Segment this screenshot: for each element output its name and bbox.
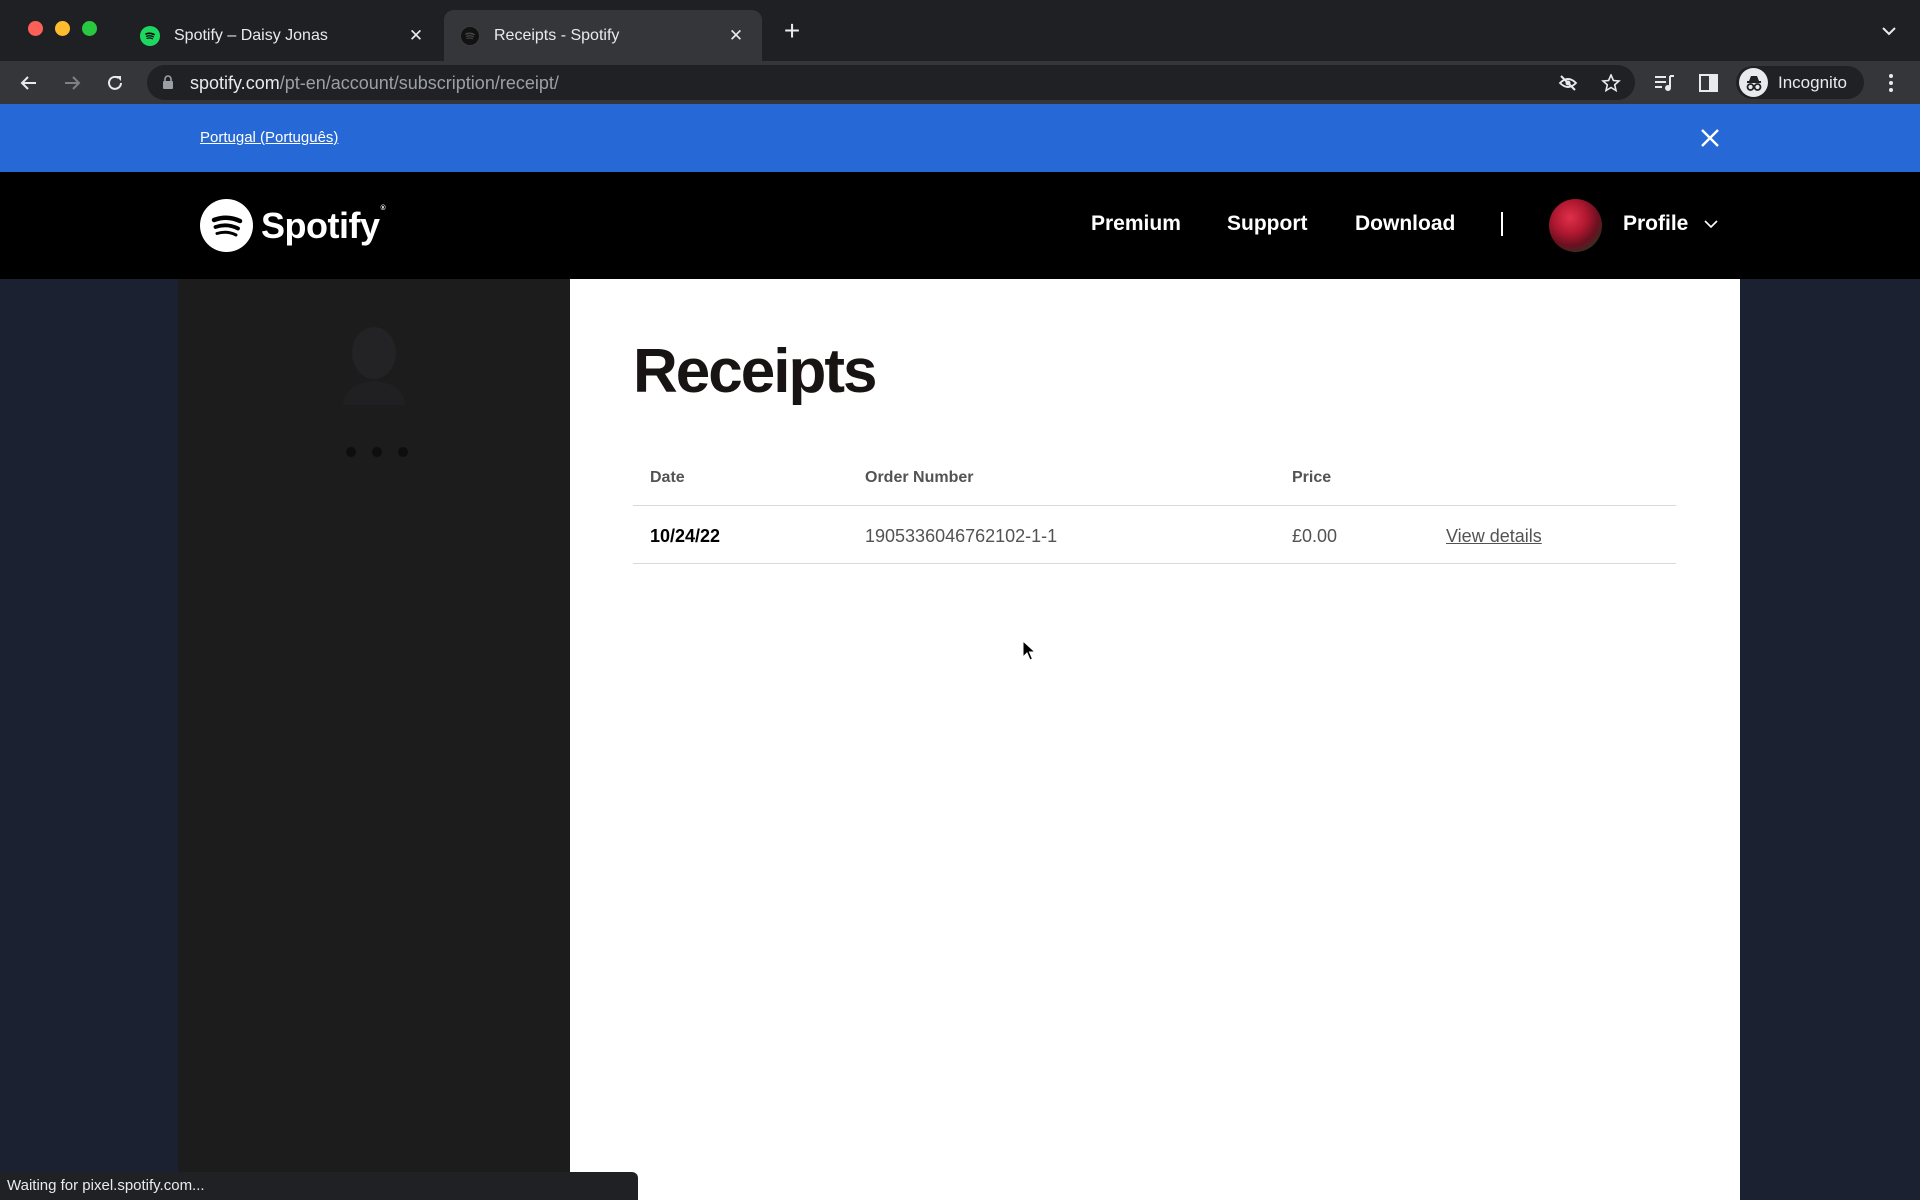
arrow-left-icon <box>20 76 36 90</box>
nav-premium[interactable]: Premium <box>1091 212 1181 236</box>
reload-icon <box>108 75 122 90</box>
column-header-order-number: Order Number <box>865 469 974 486</box>
site-header: Spotify® Premium Support Download Profil… <box>0 172 1920 279</box>
receipt-date: 10/24/22 <box>650 526 721 546</box>
close-icon[interactable] <box>1698 126 1722 150</box>
page-title: Receipts <box>633 337 877 406</box>
window-close-button[interactable] <box>28 21 43 36</box>
browser-menu-icon[interactable] <box>1884 71 1898 95</box>
loading-dots-icon <box>346 447 408 457</box>
arrow-right-icon <box>65 76 81 90</box>
tab-search-chevron-icon[interactable] <box>1880 22 1898 40</box>
back-button[interactable] <box>15 69 43 97</box>
incognito-icon <box>1739 68 1768 97</box>
lock-icon <box>163 75 173 89</box>
media-controls-icon[interactable] <box>1654 73 1676 93</box>
nav-support[interactable]: Support <box>1227 212 1307 236</box>
browser-tab-receipts[interactable]: Receipts - Spotify ✕ <box>444 10 762 61</box>
eye-slash-icon[interactable] <box>1558 74 1578 92</box>
window-maximize-button[interactable] <box>82 21 97 36</box>
browser-toolbar: spotify.com/pt-en/account/subscription/r… <box>0 61 1920 104</box>
profile-menu-button[interactable]: Profile <box>1623 212 1688 236</box>
address-bar[interactable]: spotify.com/pt-en/account/subscription/r… <box>147 65 1635 100</box>
spotify-logo-icon <box>200 199 253 252</box>
receipts-table: Date Order Number Price 10/24/22 1905336… <box>633 457 1676 564</box>
new-tab-button[interactable]: + <box>778 17 806 46</box>
user-placeholder-icon <box>343 327 405 405</box>
spotify-wordmark: Spotify® <box>261 204 386 247</box>
receipt-order-number: 1905336046762102-1-1 <box>865 526 1058 546</box>
url-host: spotify.com <box>190 73 280 93</box>
tab-close-icon[interactable]: ✕ <box>404 24 428 48</box>
view-details-link[interactable]: View details <box>1446 526 1542 547</box>
receipts-panel: Receipts Date Order Number Price 10/24/2… <box>570 279 1740 1200</box>
spotify-dark-icon <box>460 25 480 46</box>
registered-mark: ® <box>380 204 386 212</box>
side-panel-icon[interactable] <box>1698 73 1720 93</box>
window-minimize-button[interactable] <box>55 21 70 36</box>
url-path: /pt-en/account/subscription/receipt/ <box>279 73 559 93</box>
brand-text: Spotify <box>261 204 380 246</box>
table-row: 10/24/22 1905336046762102-1-1 £0.00 View… <box>633 506 1676 564</box>
incognito-profile-button[interactable]: Incognito <box>1736 66 1864 99</box>
mouse-cursor-icon <box>1022 640 1036 661</box>
account-sidebar-loading <box>178 279 570 1200</box>
locale-link[interactable]: Portugal (Português) <box>200 129 338 146</box>
nav-divider <box>1501 212 1503 236</box>
tab-close-icon[interactable]: ✕ <box>724 24 748 48</box>
column-header-date: Date <box>650 469 685 486</box>
locale-banner: Portugal (Português) <box>0 104 1920 172</box>
tab-title: Spotify – Daisy Jonas <box>174 26 328 44</box>
bookmark-star-icon[interactable] <box>1601 74 1621 92</box>
table-header: Date Order Number Price <box>633 457 1676 506</box>
browser-tab-spotify-account[interactable]: Spotify – Daisy Jonas ✕ <box>124 10 442 61</box>
spotify-logo[interactable]: Spotify® <box>200 199 386 252</box>
browser-tab-bar: Spotify – Daisy Jonas ✕ Receipts - Spoti… <box>0 0 1920 61</box>
chevron-down-icon[interactable] <box>1703 218 1719 230</box>
browser-status-bar: Waiting for pixel.spotify.com... <box>0 1172 638 1200</box>
tab-title: Receipts - Spotify <box>494 26 620 44</box>
receipt-price: £0.00 <box>1292 526 1338 546</box>
reload-button[interactable] <box>101 69 129 97</box>
url-text: spotify.com/pt-en/account/subscription/r… <box>190 73 559 94</box>
profile-avatar[interactable] <box>1549 199 1602 252</box>
column-header-price: Price <box>1292 469 1332 486</box>
incognito-label: Incognito <box>1778 72 1847 92</box>
spotify-green-icon <box>140 25 160 46</box>
nav-download[interactable]: Download <box>1355 212 1455 236</box>
forward-button[interactable] <box>58 69 86 97</box>
